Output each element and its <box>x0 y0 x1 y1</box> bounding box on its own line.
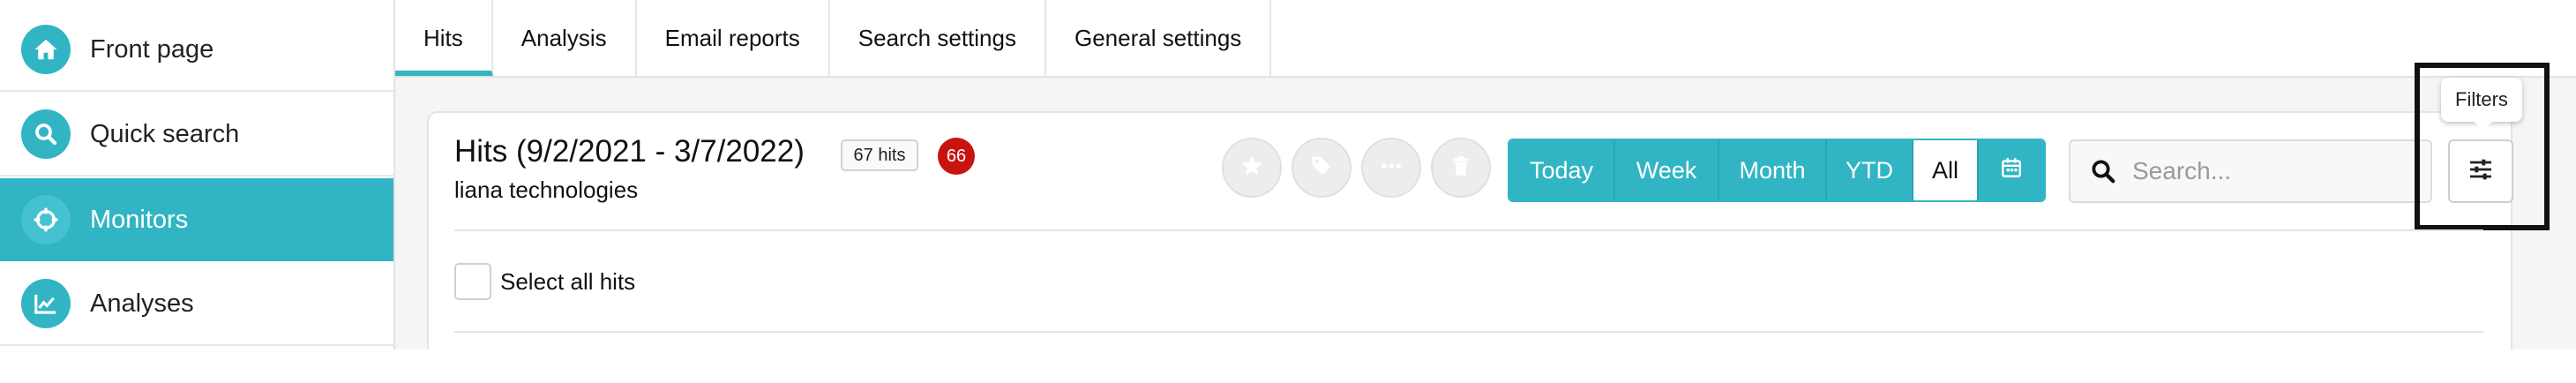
search-input[interactable] <box>2130 156 2399 186</box>
calendar-icon <box>2000 156 2023 185</box>
range-today-button[interactable]: Today <box>1509 140 1615 200</box>
tab-hits[interactable]: Hits <box>395 0 493 76</box>
highlight-box <box>2415 63 2550 230</box>
tag-button[interactable] <box>1292 138 1352 198</box>
sidebar-item-label: Quick search <box>90 119 240 148</box>
page-bottom <box>0 349 2576 383</box>
range-week-button[interactable]: Week <box>1615 140 1719 200</box>
sidebar-item-analyses[interactable]: Analyses <box>0 263 393 346</box>
star-icon <box>1239 154 1264 183</box>
page-title: Hits (9/2/2021 - 3/7/2022) <box>454 134 805 169</box>
more-button[interactable] <box>1361 138 1421 198</box>
range-all-button[interactable]: All <box>1913 140 1979 200</box>
sidebar-item-monitors[interactable]: Monitors <box>0 178 393 261</box>
search-box <box>2069 139 2432 203</box>
tab-analysis[interactable]: Analysis <box>493 0 637 76</box>
range-ytd-button[interactable]: YTD <box>1827 140 1913 200</box>
tab-bar: Hits Analysis Email reports Search setti… <box>395 0 2576 78</box>
search-icon <box>21 109 71 159</box>
range-month-button[interactable]: Month <box>1719 140 1827 200</box>
tag-icon <box>1309 154 1334 183</box>
star-button[interactable] <box>1222 138 1282 198</box>
crosshair-icon <box>21 195 71 244</box>
select-all-checkbox[interactable] <box>454 263 491 300</box>
search-icon <box>2090 158 2116 184</box>
select-all-label: Select all hits <box>500 268 636 295</box>
new-hits-badge: 66 <box>938 138 975 175</box>
home-icon <box>21 25 71 74</box>
delete-button[interactable] <box>1431 138 1491 198</box>
date-range-selector: Today Week Month YTD All <box>1508 139 2046 202</box>
trash-icon <box>1449 154 1472 182</box>
calendar-button[interactable] <box>1979 140 2044 200</box>
sidebar: Front page Quick search Monitors Analyse… <box>0 0 395 349</box>
chart-icon <box>21 279 71 328</box>
sidebar-item-quick-search[interactable]: Quick search <box>0 94 393 176</box>
header-divider <box>454 229 2483 231</box>
hits-count-badge: 67 hits <box>841 139 918 171</box>
tab-email-reports[interactable]: Email reports <box>637 0 830 76</box>
sidebar-item-label: Monitors <box>90 205 189 234</box>
sidebar-item-label: Analyses <box>90 289 194 318</box>
more-icon <box>1379 154 1404 183</box>
sidebar-item-label: Front page <box>90 34 214 64</box>
list-divider <box>454 331 2483 333</box>
monitor-name: liana technologies <box>454 176 639 203</box>
tab-general-settings[interactable]: General settings <box>1046 0 1272 76</box>
sidebar-item-front-page[interactable]: Front page <box>0 9 393 92</box>
tab-search-settings[interactable]: Search settings <box>830 0 1046 76</box>
